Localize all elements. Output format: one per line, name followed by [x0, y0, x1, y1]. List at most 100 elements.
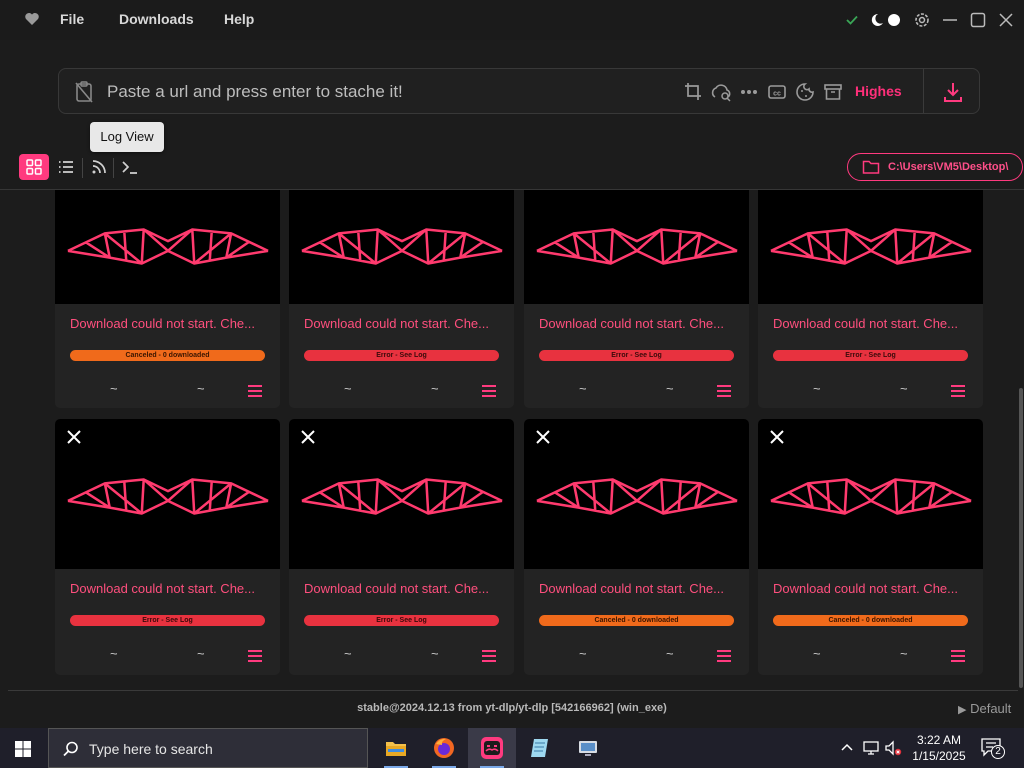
- notification-center[interactable]: 2: [980, 737, 1006, 759]
- maximize-icon[interactable]: [968, 10, 988, 30]
- card-meta-right: ~: [666, 381, 674, 396]
- menu-help[interactable]: Help: [224, 11, 254, 27]
- card-meta-right: ~: [666, 646, 674, 661]
- menu-icon[interactable]: [247, 384, 263, 398]
- more-icon[interactable]: [739, 81, 759, 103]
- rss-button[interactable]: [84, 154, 114, 180]
- profile-selector[interactable]: ▶ Default: [958, 701, 1011, 716]
- notepad-icon: [531, 739, 548, 757]
- gear-icon[interactable]: [912, 10, 932, 30]
- card-title: Download could not start. Che...: [70, 581, 255, 596]
- download-card[interactable]: Download could not start. Che... Canceled…: [524, 419, 749, 675]
- status-badge: Canceled - 0 downloaded: [70, 350, 265, 361]
- card-meta-left: ~: [579, 646, 587, 661]
- log-view-button[interactable]: [115, 154, 145, 180]
- status-badge[interactable]: Error - See Log: [304, 350, 499, 361]
- close-icon[interactable]: [769, 429, 785, 445]
- card-meta-left: ~: [344, 381, 352, 396]
- file-explorer-icon: [386, 742, 406, 756]
- card-thumbnail: [55, 190, 280, 304]
- mustache-logo: [67, 228, 269, 265]
- status-badge[interactable]: Error - See Log: [539, 350, 734, 361]
- clock-time: 3:22 AM: [916, 733, 962, 747]
- speaker-muted-icon[interactable]: [884, 739, 902, 757]
- minimize-icon[interactable]: [940, 10, 960, 30]
- crop-icon[interactable]: [683, 81, 703, 103]
- clock[interactable]: 3:22 AM 1/15/2025: [904, 732, 974, 764]
- taskbar-firefox[interactable]: [420, 728, 468, 768]
- card-meta-left: ~: [579, 381, 587, 396]
- notification-badge: 2: [991, 745, 1005, 759]
- scrollbar[interactable]: [1019, 388, 1023, 688]
- card-title: Download could not start. Che...: [773, 316, 958, 331]
- menu-icon[interactable]: [950, 649, 966, 663]
- status-badge: Canceled - 0 downloaded: [539, 615, 734, 626]
- windows-start-icon[interactable]: [14, 740, 32, 758]
- list-view-button[interactable]: [51, 154, 81, 180]
- status-badge[interactable]: Error - See Log: [304, 615, 499, 626]
- archive-icon[interactable]: [823, 81, 843, 103]
- card-title: Download could not start. Che...: [70, 316, 255, 331]
- menu-downloads[interactable]: Downloads: [119, 11, 194, 27]
- taskbar-notepad[interactable]: [516, 728, 564, 768]
- app-mustache-icon: [481, 737, 503, 759]
- url-input[interactable]: [107, 80, 647, 104]
- taskbar-file-explorer[interactable]: [372, 728, 420, 768]
- theme-toggle-icon[interactable]: [868, 10, 904, 30]
- url-bar: cc Highes: [58, 68, 980, 114]
- card-thumbnail: [55, 419, 280, 569]
- download-card[interactable]: Download could not start. Che... Error - …: [758, 190, 983, 408]
- mustache-logo: [770, 478, 972, 515]
- menu-file[interactable]: File: [60, 11, 84, 27]
- folder-icon: [862, 160, 880, 174]
- chevron-up-icon[interactable]: [838, 739, 856, 757]
- taskbar-stacher[interactable]: [468, 728, 516, 768]
- cookie-icon[interactable]: [795, 81, 815, 103]
- card-meta-right: ~: [197, 646, 205, 661]
- toolbar-divider: [113, 158, 114, 178]
- menu-icon[interactable]: [481, 384, 497, 398]
- taskbar-remote-desktop[interactable]: [564, 728, 612, 768]
- mustache-logo: [301, 478, 503, 515]
- download-card[interactable]: Download could not start. Che... Error - …: [289, 419, 514, 675]
- close-icon[interactable]: [300, 429, 316, 445]
- list-view-icon: [59, 161, 73, 173]
- download-card[interactable]: Download could not start. Che... Error - …: [289, 190, 514, 408]
- clipboard-off-icon[interactable]: [73, 80, 95, 104]
- card-meta-left: ~: [110, 646, 118, 661]
- status-badge[interactable]: Error - See Log: [773, 350, 968, 361]
- taskbar-search[interactable]: Type here to search: [48, 728, 368, 768]
- card-thumbnail: [758, 419, 983, 569]
- menu-icon[interactable]: [716, 384, 732, 398]
- quality-selector[interactable]: Highes: [855, 83, 902, 99]
- grid-view-button[interactable]: [19, 154, 49, 180]
- card-meta-right: ~: [900, 381, 908, 396]
- download-card[interactable]: Download could not start. Che... Canceled…: [758, 419, 983, 675]
- menu-icon[interactable]: [950, 384, 966, 398]
- title-bar: File Downloads Help: [0, 0, 1024, 40]
- network-icon[interactable]: [862, 739, 880, 757]
- menu-icon[interactable]: [481, 649, 497, 663]
- terminal-icon: [122, 161, 137, 174]
- cloud-search-icon[interactable]: [709, 81, 733, 103]
- mustache-logo: [301, 228, 503, 265]
- mustache-logo: [536, 228, 738, 265]
- close-icon[interactable]: [535, 429, 551, 445]
- card-title: Download could not start. Che...: [539, 581, 724, 596]
- close-icon[interactable]: [66, 429, 82, 445]
- download-icon[interactable]: [941, 80, 965, 104]
- download-card[interactable]: Download could not start. Che... Error - …: [524, 190, 749, 408]
- menu-icon[interactable]: [716, 649, 732, 663]
- download-path-button[interactable]: C:\Users\VM5\Desktop\: [847, 153, 1023, 181]
- download-card[interactable]: Download could not start. Che... Canceled…: [55, 190, 280, 408]
- toolbar-divider: [82, 158, 83, 178]
- status-badge[interactable]: Error - See Log: [70, 615, 265, 626]
- download-card[interactable]: Download could not start. Che... Error - …: [55, 419, 280, 675]
- mustache-logo: [536, 478, 738, 515]
- close-icon[interactable]: [996, 10, 1016, 30]
- cc-icon[interactable]: cc: [767, 81, 787, 103]
- tooltip: Log View: [90, 122, 164, 152]
- heart-icon: [25, 13, 39, 25]
- card-meta-right: ~: [431, 381, 439, 396]
- menu-icon[interactable]: [247, 649, 263, 663]
